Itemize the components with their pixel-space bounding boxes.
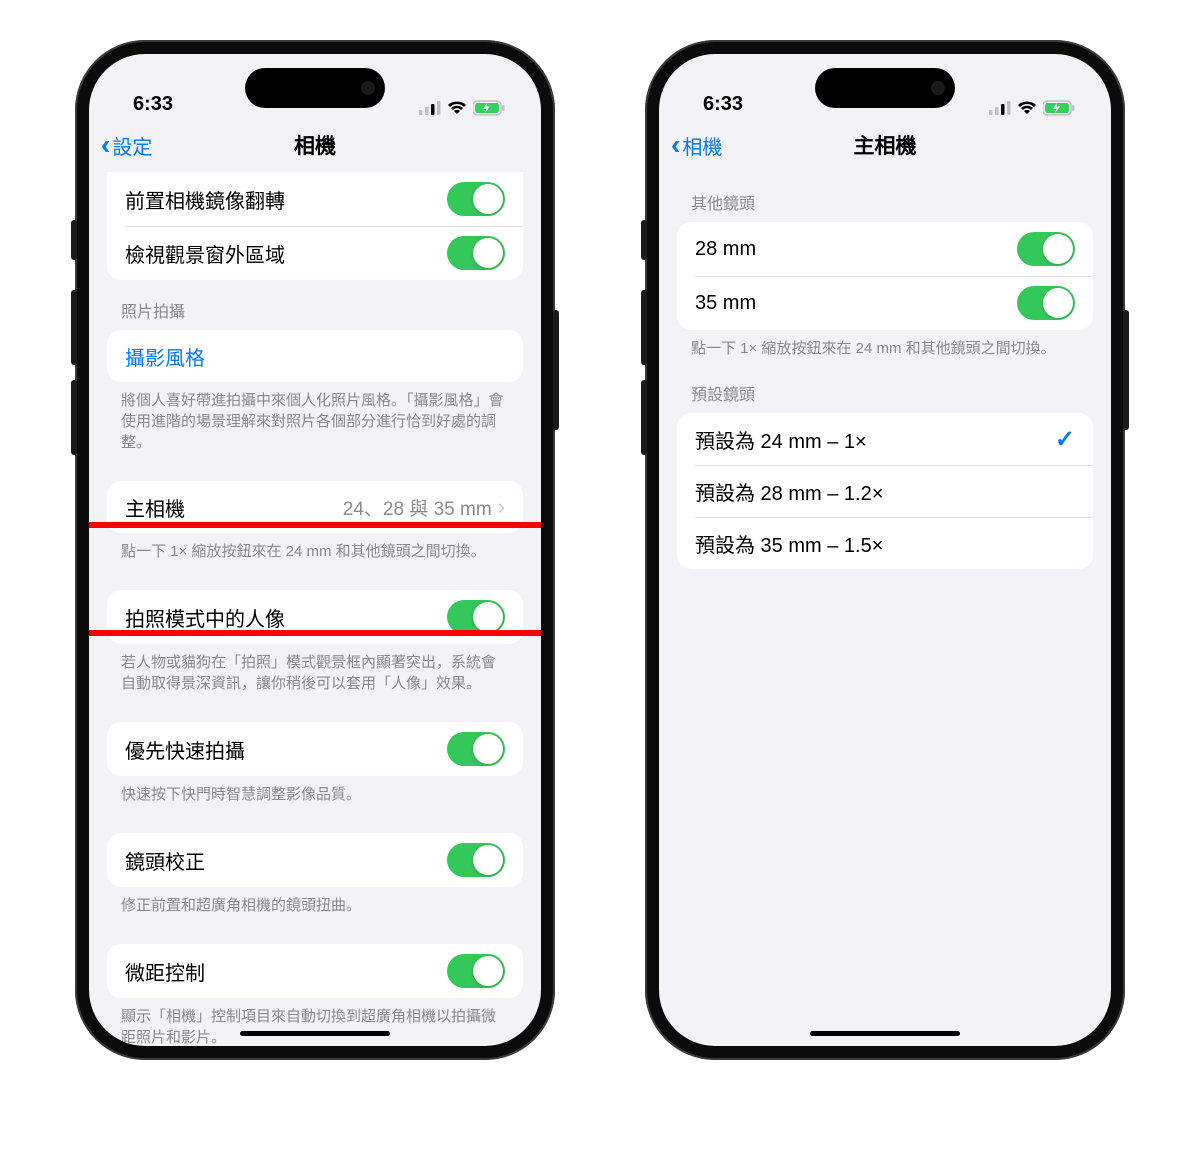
status-time: 6:33	[133, 93, 173, 116]
side-button	[641, 220, 647, 260]
status-icons	[419, 100, 505, 116]
signal-icon	[989, 101, 1011, 115]
row-label: 預設為 24 mm – 1×	[695, 425, 867, 454]
group-default-lens: 預設為 24 mm – 1× ✓ 預設為 28 mm – 1.2× 預設為 35…	[677, 413, 1093, 569]
back-button[interactable]: ‹ 相機	[671, 131, 722, 160]
row-view-outside[interactable]: 檢視觀景窗外區域	[107, 226, 523, 280]
row-default-35[interactable]: 預設為 35 mm – 1.5×	[677, 517, 1093, 569]
phone-left: 6:33 ‹ 設定 相機 前	[75, 40, 555, 1060]
nav-title: 相機	[89, 130, 541, 160]
footer-lens: 修正前置和超廣角相機的鏡頭扭曲。	[107, 887, 523, 920]
footer-other-lens: 點一下 1× 縮放按鈕來在 24 mm 和其他鏡頭之間切換。	[677, 330, 1093, 363]
back-label: 相機	[682, 131, 722, 160]
row-label: 鏡頭校正	[125, 846, 205, 875]
row-photo-style[interactable]: 攝影風格	[107, 330, 523, 382]
checkmark-icon: ✓	[1055, 425, 1075, 454]
row-label: 預設為 35 mm – 1.5×	[695, 529, 883, 558]
toggle-view-outside[interactable]	[447, 236, 505, 270]
side-button	[71, 220, 77, 260]
row-portrait-in-photo[interactable]: 拍照模式中的人像	[107, 590, 523, 644]
battery-icon	[1043, 100, 1075, 116]
nav-title: 主相機	[659, 130, 1111, 160]
group-macro: 微距控制	[107, 944, 523, 998]
row-default-28[interactable]: 預設為 28 mm – 1.2×	[677, 465, 1093, 517]
row-detail: 24、28 與 35 mm ›	[343, 494, 505, 521]
toggle-lens-28[interactable]	[1017, 232, 1075, 266]
chevron-left-icon: ‹	[671, 131, 680, 159]
back-button[interactable]: ‹ 設定	[101, 131, 152, 160]
group-other-lens: 28 mm 35 mm	[677, 222, 1093, 330]
header-photo-capture: 照片拍攝	[107, 280, 523, 330]
content-left: 前置相機鏡像翻轉 檢視觀景窗外區域 照片拍攝 攝影風格 將個人喜好帶進拍攝中來個…	[89, 172, 541, 1046]
row-label: 28 mm	[695, 238, 756, 261]
row-label: 預設為 28 mm – 1.2×	[695, 477, 883, 506]
wifi-icon	[1017, 101, 1037, 115]
nav-bar: ‹ 設定 相機	[89, 118, 541, 172]
nav-bar: ‹ 相機 主相機	[659, 118, 1111, 172]
group-lens-correction: 鏡頭校正	[107, 833, 523, 887]
group-camera-options: 前置相機鏡像翻轉 檢視觀景窗外區域	[107, 172, 523, 280]
side-button	[71, 290, 77, 365]
toggle-lens-correction[interactable]	[447, 843, 505, 877]
chevron-right-icon: ›	[498, 494, 505, 520]
row-label: 拍照模式中的人像	[125, 603, 285, 632]
battery-icon	[473, 100, 505, 116]
footer-prioritize: 快速按下快門時智慧調整影像品質。	[107, 776, 523, 809]
group-prioritize-fast: 優先快速拍攝	[107, 722, 523, 776]
toggle-mirror-front[interactable]	[447, 182, 505, 216]
group-main-camera: 主相機 24、28 與 35 mm ›	[107, 481, 523, 533]
wifi-icon	[447, 101, 467, 115]
side-button	[553, 310, 559, 430]
footer-macro: 顯示「相機」控制項目來自動切換到超廣角相機以拍攝微距照片和影片。	[107, 998, 523, 1046]
content-right: 其他鏡頭 28 mm 35 mm 點一下 1× 縮放按鈕來在 24 mm 和其他…	[659, 172, 1111, 1046]
phone-right: 6:33 ‹ 相機 主相機 其他鏡頭	[645, 40, 1125, 1060]
row-label: 前置相機鏡像翻轉	[125, 185, 285, 214]
dynamic-island	[245, 68, 385, 108]
row-label: 主相機	[125, 493, 185, 522]
row-prioritize-fast[interactable]: 優先快速拍攝	[107, 722, 523, 776]
toggle-lens-35[interactable]	[1017, 286, 1075, 320]
footer-main-camera: 點一下 1× 縮放按鈕來在 24 mm 和其他鏡頭之間切換。	[107, 533, 523, 566]
group-photo-style: 攝影風格	[107, 330, 523, 382]
toggle-prioritize-fast[interactable]	[447, 732, 505, 766]
row-label: 攝影風格	[125, 342, 205, 371]
row-label: 微距控制	[125, 957, 205, 986]
back-label: 設定	[112, 131, 152, 160]
toggle-portrait[interactable]	[447, 600, 505, 634]
row-mirror-front[interactable]: 前置相機鏡像翻轉	[107, 172, 523, 226]
side-button	[641, 290, 647, 365]
row-macro-control[interactable]: 微距控制	[107, 944, 523, 998]
screen-right: 6:33 ‹ 相機 主相機 其他鏡頭	[659, 54, 1111, 1046]
row-label: 檢視觀景窗外區域	[125, 239, 285, 268]
header-other-lens: 其他鏡頭	[677, 172, 1093, 222]
row-default-24[interactable]: 預設為 24 mm – 1× ✓	[677, 413, 1093, 465]
side-button	[71, 380, 77, 455]
row-lens-28[interactable]: 28 mm	[677, 222, 1093, 276]
row-main-camera[interactable]: 主相機 24、28 與 35 mm ›	[107, 481, 523, 533]
toggle-macro[interactable]	[447, 954, 505, 988]
screen-left: 6:33 ‹ 設定 相機 前	[89, 54, 541, 1046]
home-indicator[interactable]	[240, 1031, 390, 1036]
signal-icon	[419, 101, 441, 115]
header-default-lens: 預設鏡頭	[677, 363, 1093, 413]
group-portrait: 拍照模式中的人像	[107, 590, 523, 644]
chevron-left-icon: ‹	[101, 131, 110, 159]
side-button	[1123, 310, 1129, 430]
home-indicator[interactable]	[810, 1031, 960, 1036]
dynamic-island	[815, 68, 955, 108]
status-icons	[989, 100, 1075, 116]
row-label: 優先快速拍攝	[125, 735, 245, 764]
footer-portrait: 若人物或貓狗在「拍照」模式觀景框內顯著突出，系統會自動取得景深資訊，讓你稍後可以…	[107, 644, 523, 698]
row-label: 35 mm	[695, 292, 756, 315]
footer-photo-style: 將個人喜好帶進拍攝中來個人化照片風格。「攝影風格」會使用進階的場景理解來對照片各…	[107, 382, 523, 457]
side-button	[641, 380, 647, 455]
status-time: 6:33	[703, 93, 743, 116]
row-lens-35[interactable]: 35 mm	[677, 276, 1093, 330]
row-lens-correction[interactable]: 鏡頭校正	[107, 833, 523, 887]
